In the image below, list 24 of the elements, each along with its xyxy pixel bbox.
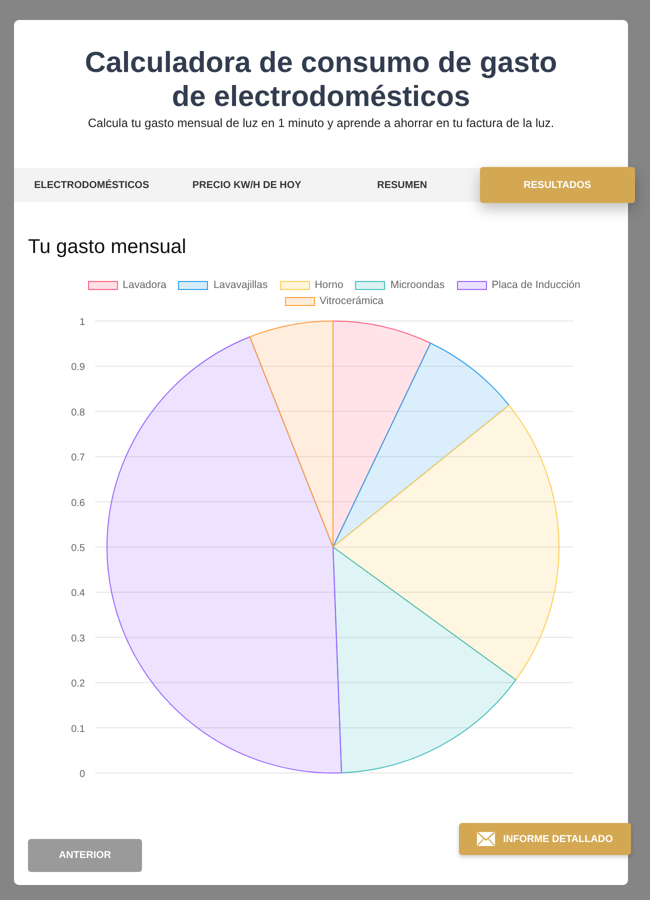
legend-label: Microondas	[390, 279, 445, 291]
axis-tick-label: 0.3	[71, 633, 85, 644]
axis-tick-label: 0.9	[71, 362, 85, 374]
axis-tick-label: 0.5	[71, 543, 85, 554]
section-title: Tu gasto mensual	[28, 236, 188, 259]
axis-tick-label: 0.4	[71, 588, 85, 600]
page-subtitle: Calcula tu gasto mensual de luz en 1 minuto y aprende a ahorrar en tu factura de la luz.	[86, 116, 556, 130]
legend-label: Lavadora	[122, 279, 166, 291]
legend-label: Lavavajillas	[213, 279, 268, 291]
legend-label: Placa de Inducción	[492, 279, 580, 291]
legend-label: Horno	[314, 279, 344, 291]
axis-tick-label: 0	[79, 769, 85, 780]
step-tab[interactable]: PRECIO KW/H DE HOY	[169, 168, 324, 202]
axis-tick-label: 0.2	[71, 678, 85, 690]
step-tab[interactable]: RESUMEN	[324, 168, 480, 202]
page-title: Calculadora de consumo de gasto de electrodomésticos	[84, 46, 558, 114]
axis-tick-label: 0.1	[71, 724, 85, 735]
step-tab[interactable]: ELECTRODOMÉSTICOS	[14, 168, 170, 202]
axis-tick-label: 0.8	[71, 407, 85, 418]
envelope-icon	[477, 832, 496, 846]
legend-label: Vitrocerámica	[320, 295, 384, 307]
axis-tick-label: 0.7	[71, 452, 85, 464]
axis-tick-label: 1	[79, 317, 85, 328]
axis-tick-label: 0.6	[71, 498, 85, 509]
